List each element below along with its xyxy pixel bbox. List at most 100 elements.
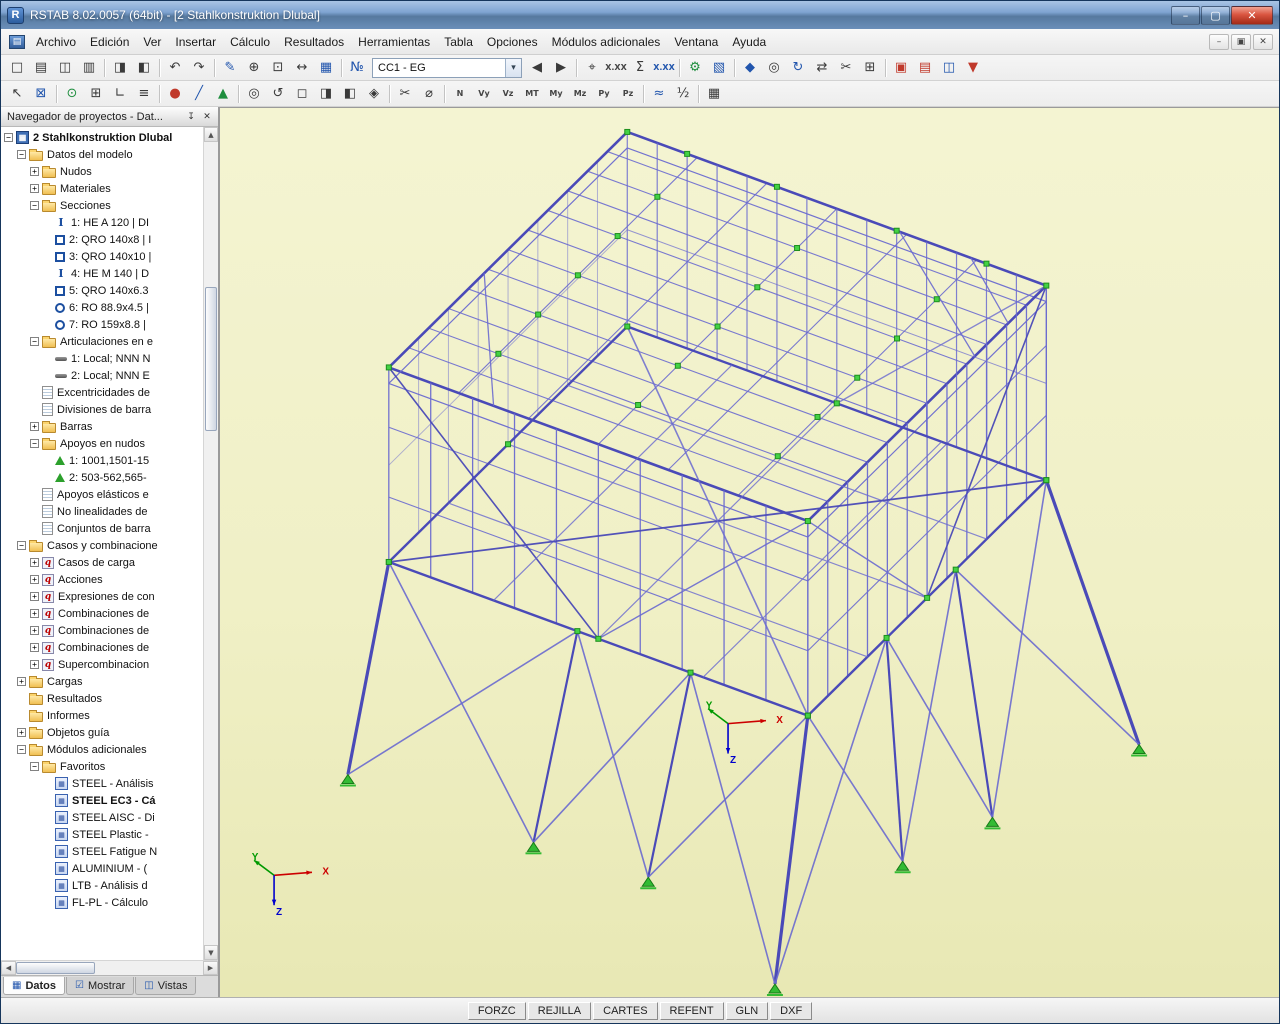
expand-icon[interactable]: + (17, 677, 26, 686)
node-marker[interactable] (575, 629, 580, 634)
render-mode-button[interactable]: ◆ (738, 57, 762, 79)
values-button[interactable]: ½ (671, 83, 695, 105)
tree-item-4-he-m-140-d[interactable]: I4: HE M 140 | D (1, 265, 203, 282)
node-marker[interactable] (774, 184, 779, 189)
tree-item-barras[interactable]: +Barras (1, 418, 203, 435)
expand-icon[interactable]: + (30, 575, 39, 584)
open-file-button[interactable]: ▤ (29, 57, 53, 79)
node-marker[interactable] (1044, 283, 1049, 288)
redo-button[interactable]: ↷ (187, 57, 211, 79)
save-button[interactable]: ◫ (53, 57, 77, 79)
view-top-button[interactable]: ◧ (338, 83, 362, 105)
select-arrow-button[interactable]: ↖ (5, 83, 29, 105)
tree-item-steel-fatigue-n[interactable]: ▦STEEL Fatigue N (1, 843, 203, 860)
result-py-button[interactable]: Py (592, 83, 616, 105)
tree-item-2-stahlkonstruktion-dlubal[interactable]: −▦2 Stahlkonstruktion Dlubal (1, 129, 203, 146)
tree-item-articulaciones-en-e[interactable]: −Articulaciones en e (1, 333, 203, 350)
column[interactable] (775, 716, 808, 984)
section-cut-button[interactable]: ✂ (834, 57, 858, 79)
tree-item-steel-an-lisis[interactable]: ▦STEEL - Análisis (1, 775, 203, 792)
node-marker[interactable] (1044, 478, 1049, 483)
tree-item-combinaciones-de[interactable]: +qCombinaciones de (1, 605, 203, 622)
insert-member-button[interactable]: ╱ (187, 83, 211, 105)
tree-item-steel-plastic[interactable]: ▦STEEL Plastic - (1, 826, 203, 843)
collapse-icon[interactable]: − (30, 762, 39, 771)
collapse-icon[interactable]: − (4, 133, 13, 142)
menu-archivo[interactable]: Archivo (29, 31, 83, 53)
settings-button[interactable]: ⊞ (858, 57, 882, 79)
node-marker[interactable] (536, 312, 541, 317)
tree-item-excentricidades-de[interactable]: Excentricidades de (1, 384, 203, 401)
collapse-icon[interactable]: − (17, 745, 26, 754)
panel-toggle-3-button[interactable]: ◫ (937, 57, 961, 79)
tree-item-1-he-a-120-di[interactable]: I1: HE A 120 | DI (1, 214, 203, 231)
node-marker[interactable] (675, 363, 680, 368)
brace[interactable] (533, 673, 690, 843)
expand-icon[interactable]: + (30, 660, 39, 669)
node-marker[interactable] (496, 351, 501, 356)
member[interactable] (900, 232, 975, 356)
status-toggle-dxf[interactable]: DXF (770, 1002, 812, 1020)
node-marker[interactable] (506, 442, 511, 447)
node-marker[interactable] (953, 567, 958, 572)
nodal-support[interactable] (526, 842, 542, 853)
menu-resultados[interactable]: Resultados (277, 31, 351, 53)
status-toggle-gln[interactable]: GLN (726, 1002, 769, 1020)
tree-item-combinaciones-de[interactable]: +qCombinaciones de (1, 639, 203, 656)
node-marker[interactable] (815, 414, 820, 419)
node-marker[interactable] (615, 234, 620, 239)
result-vz-button[interactable]: Vz (496, 83, 520, 105)
expand-icon[interactable]: + (17, 728, 26, 737)
vertical-scrollbar[interactable]: ▲ ▼ (203, 127, 218, 960)
node-marker[interactable] (575, 273, 580, 278)
pin-icon[interactable]: ↧ (183, 109, 199, 124)
menu-tabla[interactable]: Tabla (437, 31, 480, 53)
collapse-icon[interactable]: − (17, 541, 26, 550)
menu-ventana[interactable]: Ventana (667, 31, 725, 53)
clip-plane-button[interactable]: ✂ (393, 83, 417, 105)
scroll-up-icon[interactable]: ▲ (204, 127, 218, 142)
view-iso-button[interactable]: ◈ (362, 83, 386, 105)
result-x-xx-button[interactable]: X.XX (652, 57, 676, 79)
node-marker[interactable] (596, 636, 601, 641)
node-marker[interactable] (715, 324, 720, 329)
load-case-combo[interactable]: CC1 - EG▾ (372, 58, 522, 78)
expand-icon[interactable]: + (30, 626, 39, 635)
chevron-down-icon[interactable]: ▾ (505, 59, 521, 77)
tree-item-expresiones-de-con[interactable]: +qExpresiones de con (1, 588, 203, 605)
horizontal-scrollbar[interactable]: ◀ ▶ (1, 960, 218, 975)
tree-item-objetos-gu-a[interactable]: +Objetos guía (1, 724, 203, 741)
nodal-support[interactable] (640, 877, 656, 888)
member[interactable] (598, 521, 808, 639)
edit-mode-button[interactable]: ✎ (218, 57, 242, 79)
horizontal-scroll-thumb[interactable] (16, 962, 95, 974)
search-button[interactable]: ⌖ (580, 57, 604, 79)
collapse-icon[interactable]: − (30, 201, 39, 210)
node-marker[interactable] (655, 194, 660, 199)
tree-item-steel-ec3-c[interactable]: ▦STEEL EC3 - Cá (1, 792, 203, 809)
tree-item-7-ro-159x8-8[interactable]: 7: RO 159x8.8 | (1, 316, 203, 333)
tree-item-apoyos-el-sticos-e[interactable]: Apoyos elásticos e (1, 486, 203, 503)
menu-opciones[interactable]: Opciones (480, 31, 545, 53)
node-marker[interactable] (925, 595, 930, 600)
visibility-button[interactable]: ◎ (762, 57, 786, 79)
menu-insertar[interactable]: Insertar (168, 31, 223, 53)
tree-item-combinaciones-de[interactable]: +qCombinaciones de (1, 622, 203, 639)
tree-item-1-1001-1501-15[interactable]: 1: 1001,1501-15 (1, 452, 203, 469)
snap-guides-button[interactable]: ≡ (132, 83, 156, 105)
expand-icon[interactable]: + (30, 558, 39, 567)
tree-item-datos-del-modelo[interactable]: −Datos del modelo (1, 146, 203, 163)
close-icon[interactable]: ✕ (199, 109, 215, 124)
tree-item-resultados[interactable]: Resultados (1, 690, 203, 707)
result-x-xx-button[interactable]: X.XX (604, 57, 628, 79)
vertical-scroll-thumb[interactable] (205, 287, 217, 432)
zoom-prev-button[interactable]: ↺ (266, 83, 290, 105)
result-vy-button[interactable]: Vy (472, 83, 496, 105)
menu-c-lculo[interactable]: Cálculo (223, 31, 277, 53)
expand-icon[interactable]: + (30, 609, 39, 618)
result-mz-button[interactable]: Mz (568, 83, 592, 105)
node-marker[interactable] (625, 129, 630, 134)
tree-item-apoyos-en-nudos[interactable]: −Apoyos en nudos (1, 435, 203, 452)
node-marker[interactable] (775, 454, 780, 459)
node-marker[interactable] (688, 670, 693, 675)
